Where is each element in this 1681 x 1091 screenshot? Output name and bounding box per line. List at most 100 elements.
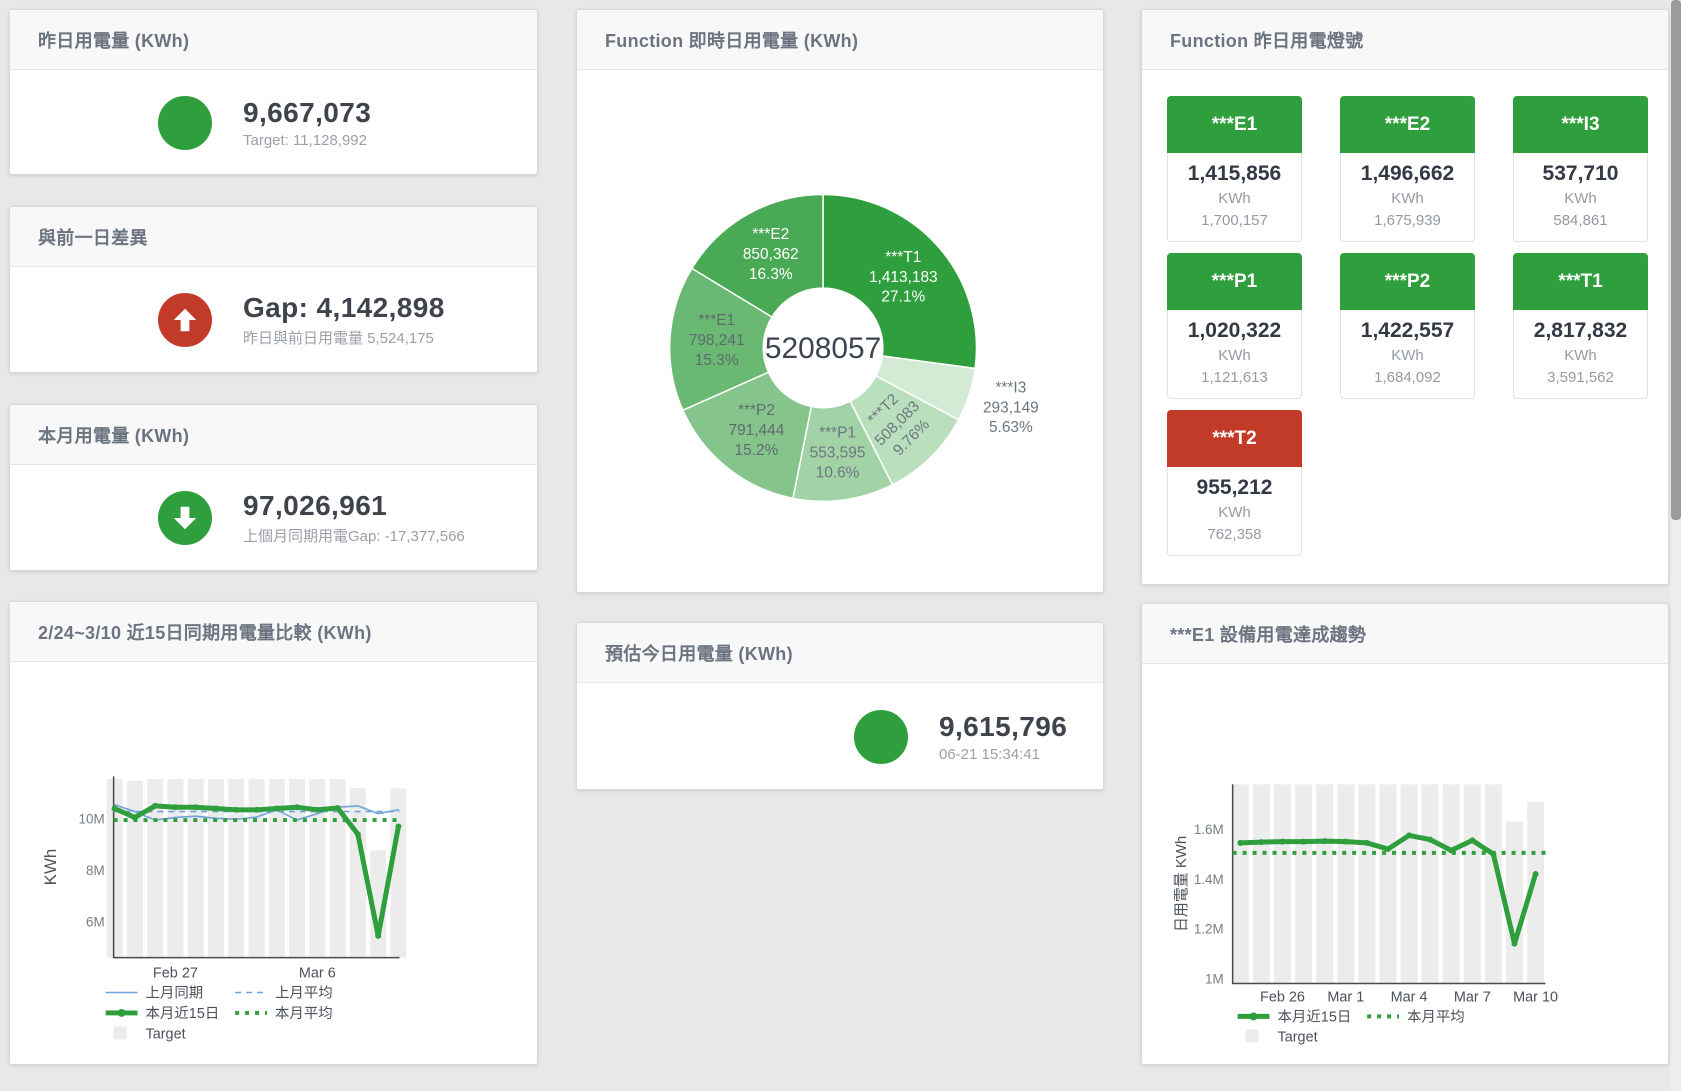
series-point	[1427, 837, 1433, 843]
light-tile-unit: KWh	[1514, 188, 1647, 210]
panel-header[interactable]: 與前一日差異	[10, 207, 537, 267]
legend-item[interactable]: 本月近15日	[1238, 1008, 1352, 1025]
light-tile-unit: KWh	[1168, 188, 1301, 210]
stat-subtitle: 上個月同期用電Gap: -17,377,566	[243, 525, 465, 546]
panel-title: 預估今日用電量 (KWh)	[605, 640, 793, 666]
light-tile-i3: ***I3 537,710 KWh 584,861	[1513, 96, 1648, 242]
light-tile-unit: KWh	[1341, 188, 1474, 210]
legend-item[interactable]: 本月平均	[235, 1005, 333, 1022]
stat-value: 97,026,961	[243, 490, 465, 522]
chart-body: 6M8M10MFeb 27Mar 6KWh上月同期上月平均本月近15日本月平均T…	[10, 662, 537, 1065]
target-bar	[1379, 784, 1396, 983]
chart-text: 293,149	[983, 399, 1039, 416]
chart-text: Mar 4	[1391, 989, 1428, 1005]
target-bar	[1337, 784, 1354, 983]
series-point	[1511, 941, 1517, 947]
chart-text: ***T1	[885, 249, 921, 266]
legend-item[interactable]: Target	[114, 1026, 186, 1042]
light-tile-header: ***I3	[1513, 96, 1648, 153]
light-tile-value: 1,422,557	[1341, 317, 1474, 345]
status-circle-green	[158, 96, 212, 150]
light-tile-t1: ***T1 2,817,832 KWh 3,591,562	[1513, 253, 1648, 399]
stat-body: 9,615,796 06-21 15:34:41	[577, 683, 1103, 790]
panel-lights: Function 昨日用電燈號 ***E1 1,415,856 KWh 1,70…	[1141, 9, 1669, 585]
legend-item[interactable]: 本月平均	[1367, 1008, 1465, 1025]
panel-e1-trend: ***E1 設備用電達成趨勢 1M1.2M1.4M1.6MFeb 26Mar 1…	[1141, 603, 1669, 1065]
panel-header[interactable]: 預估今日用電量 (KWh)	[577, 623, 1103, 683]
chart-body: 1M1.2M1.4M1.6MFeb 26Mar 1Mar 4Mar 7Mar 1…	[1142, 664, 1668, 1065]
chart-text: 10.6%	[816, 464, 860, 481]
chart-text: Target	[1277, 1029, 1317, 1045]
panel-header[interactable]: ***E1 設備用電達成趨勢	[1142, 604, 1668, 664]
chart-text: 上月平均	[275, 984, 333, 1001]
series-point	[213, 806, 219, 812]
legend-item[interactable]: 上月同期	[106, 984, 204, 1001]
panel-header[interactable]: 本月用電量 (KWh)	[10, 405, 537, 465]
series-point	[294, 804, 300, 810]
compare-chart-canvas: 6M8M10MFeb 27Mar 6KWh上月同期上月平均本月近15日本月平均T…	[10, 662, 537, 1065]
series-point	[233, 807, 239, 813]
light-tile-e2: ***E2 1,496,662 KWh 1,675,939	[1340, 96, 1475, 242]
light-tile-target: 762,358	[1168, 524, 1301, 546]
panel-estimate-today: 預估今日用電量 (KWh) 9,615,796 06-21 15:34:41	[576, 622, 1104, 790]
target-bar	[390, 788, 406, 957]
chart-text: 27.1%	[881, 289, 925, 306]
chart-text: Mar 10	[1513, 989, 1558, 1005]
light-tile-target: 1,684,092	[1341, 367, 1474, 389]
stat-value: 9,615,796	[939, 711, 1067, 743]
chart-text: 15.2%	[735, 442, 779, 459]
panel-header[interactable]: 昨日用電量 (KWh)	[10, 10, 537, 70]
series-point	[1406, 832, 1412, 838]
scrollbar-thumb[interactable]	[1671, 0, 1681, 520]
legend-item[interactable]: Target	[1246, 1029, 1318, 1045]
chart-text: 1.6M	[1194, 822, 1224, 837]
status-circle-red	[158, 293, 212, 347]
chart-text: 本月近15日	[1277, 1008, 1351, 1025]
target-bar	[1274, 784, 1291, 983]
legend-item[interactable]: 本月近15日	[106, 1005, 220, 1022]
light-tile-p1: ***P1 1,020,322 KWh 1,121,613	[1167, 253, 1302, 399]
stat-body: Gap: 4,142,898 昨日與前日用電量 5,524,175	[10, 267, 537, 373]
panel-header[interactable]: 2/24~3/10 近15日同期用電量比較 (KWh)	[10, 602, 537, 662]
chart-text: 本月平均	[275, 1005, 333, 1022]
arrow-down-icon	[170, 503, 200, 533]
panel-title: Function 昨日用電燈號	[1170, 27, 1363, 53]
light-tile-unit: KWh	[1514, 345, 1647, 367]
legend-item[interactable]: 上月平均	[235, 984, 333, 1001]
chart-text: 5.63%	[989, 419, 1033, 436]
target-bar	[228, 779, 244, 958]
chart-text: ***E1	[698, 312, 735, 329]
light-tile-target: 1,121,613	[1168, 367, 1301, 389]
series-point	[355, 831, 361, 837]
donut-slice-label: ***I3293,1495.63%	[983, 379, 1039, 436]
light-tile-e1: ***E1 1,415,856 KWh 1,700,157	[1167, 96, 1302, 242]
panel-header[interactable]: Function 即時日用電量 (KWh)	[577, 10, 1103, 70]
target-bar	[1253, 784, 1270, 983]
chart-text: Target	[145, 1026, 185, 1042]
chart-text: Mar 1	[1327, 989, 1364, 1005]
series-point	[1301, 839, 1307, 845]
y-axis-label: KWh	[41, 849, 60, 886]
stat-value: 9,667,073	[243, 97, 371, 129]
target-bar	[1443, 784, 1460, 983]
light-tile-value: 1,496,662	[1341, 160, 1474, 188]
series-point	[1533, 871, 1539, 877]
series-point	[1237, 840, 1243, 846]
series-point	[172, 804, 178, 810]
chart-text: 本月平均	[1407, 1008, 1465, 1025]
light-tile-t2: ***T2 955,212 KWh 762,358	[1167, 410, 1302, 556]
chart-text: 798,241	[689, 332, 745, 349]
panel-yesterday-usage: 昨日用電量 (KWh) 9,667,073 Target: 11,128,992	[9, 9, 538, 175]
target-bar	[127, 781, 143, 958]
scrollbar-track[interactable]	[1671, 0, 1681, 1091]
series-point	[335, 805, 341, 811]
panel-header[interactable]: Function 昨日用電燈號	[1142, 10, 1668, 70]
target-bar	[1401, 784, 1418, 983]
panel-title: 昨日用電量 (KWh)	[38, 27, 189, 53]
stat-subtitle: 昨日與前日用電量 5,524,175	[243, 327, 445, 348]
trend-chart-canvas: 1M1.2M1.4M1.6MFeb 26Mar 1Mar 4Mar 7Mar 1…	[1142, 664, 1668, 1065]
chart-text: 上月同期	[145, 984, 203, 1001]
target-bar	[1295, 784, 1312, 983]
chart-text: 6M	[86, 915, 105, 930]
panel-compare-chart: 2/24~3/10 近15日同期用電量比較 (KWh) 6M8M10MFeb 2…	[9, 601, 538, 1065]
